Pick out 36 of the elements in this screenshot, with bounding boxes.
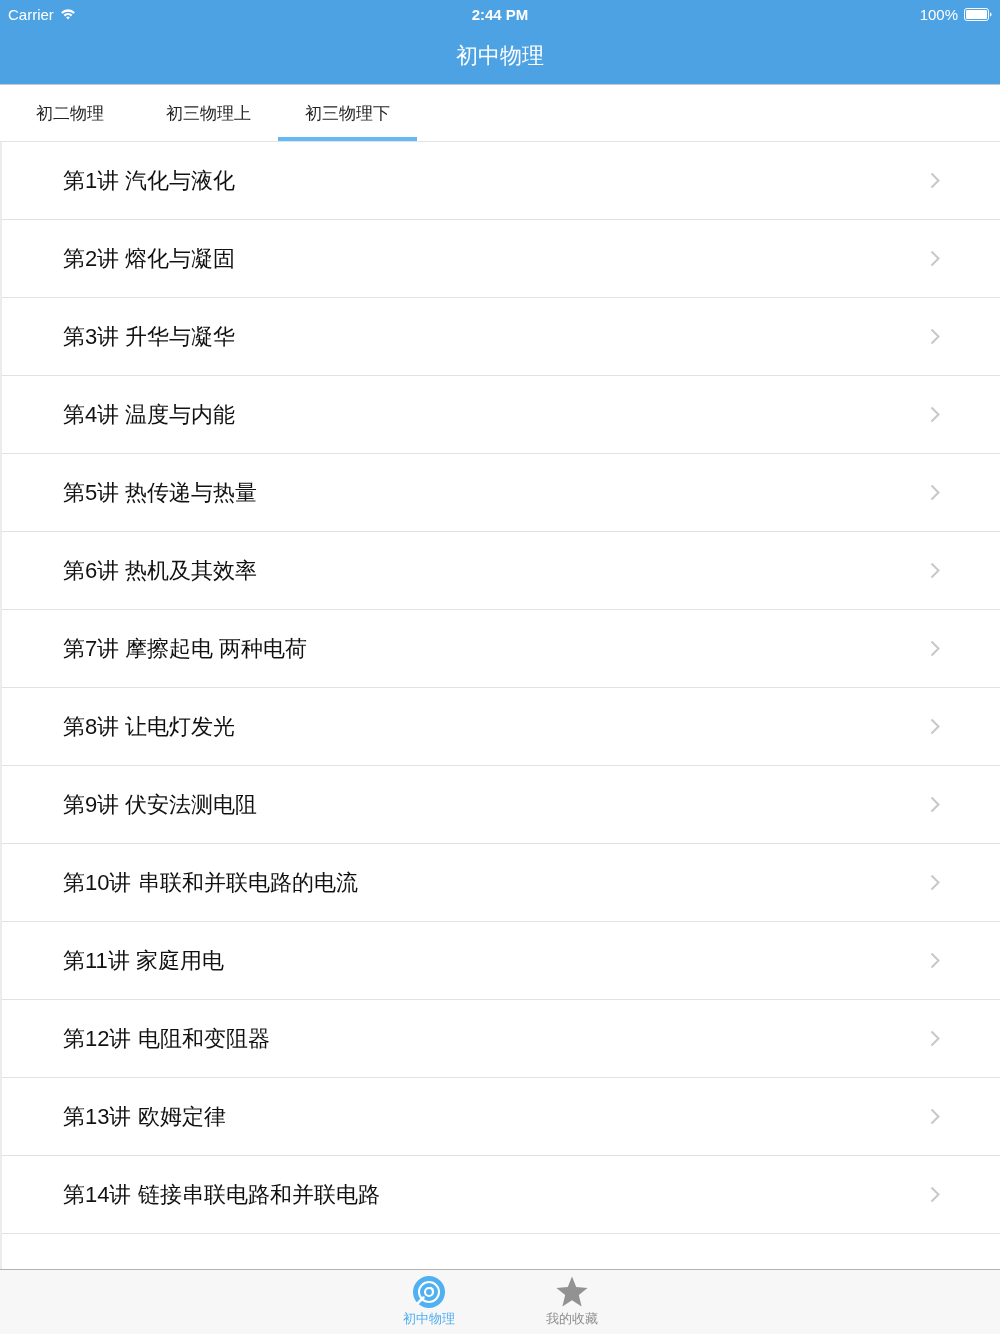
- lesson-title[interactable]: 第8讲 让电灯发光: [63, 711, 236, 742]
- lesson-title[interactable]: 第12讲 电阻和变阻器: [63, 1023, 270, 1054]
- lesson-title[interactable]: 第6讲 热机及其效率: [63, 555, 258, 586]
- status-time: 2:44 PM: [471, 5, 529, 23]
- chevron-icon: [930, 874, 940, 891]
- chevron-icon: [930, 484, 940, 501]
- chevron-icon: [930, 172, 940, 189]
- chevron-icon: [930, 1030, 940, 1047]
- nav-title: 初中物理: [456, 42, 544, 70]
- lesson-title[interactable]: 第11讲 家庭用电: [63, 945, 224, 976]
- chevron-icon: [930, 796, 940, 813]
- chevron-icon: [930, 640, 940, 657]
- lesson-title[interactable]: 第14讲 链接串联电路和并联电路: [63, 1179, 380, 1210]
- disc-icon: [412, 1276, 445, 1308]
- lesson-title[interactable]: 第7讲 摩擦起电 两种电荷: [63, 633, 308, 664]
- lesson-title[interactable]: 第3讲 升华与凝华: [63, 321, 236, 352]
- battery-icon: [964, 7, 992, 21]
- chevron-icon: [930, 406, 940, 423]
- lesson-title[interactable]: 第9讲 伏安法测电阻: [63, 789, 258, 820]
- chevron-icon: [930, 952, 940, 969]
- chevron-icon: [930, 718, 940, 735]
- chevron-icon: [930, 328, 940, 345]
- lesson-title[interactable]: 第5讲 热传递与热量: [63, 477, 258, 508]
- chevron-icon: [930, 1108, 940, 1125]
- chevron-icon: [930, 250, 940, 267]
- chevron-icon: [930, 1186, 940, 1203]
- battery-percent: 100%: [919, 5, 958, 23]
- wifi-icon: [59, 8, 76, 20]
- lesson-title[interactable]: 第13讲 欧姆定律: [63, 1101, 226, 1132]
- lesson-title[interactable]: 第1讲 汽化与液化: [63, 165, 236, 196]
- carrier-label: Carrier: [8, 5, 54, 23]
- chevron-icon: [930, 562, 940, 579]
- lesson-title[interactable]: 第4讲 温度与内能: [63, 399, 236, 430]
- lesson-title[interactable]: 第10讲 串联和并联电路的电流: [63, 867, 358, 898]
- lesson-title[interactable]: 第2讲 熔化与凝固: [63, 243, 236, 274]
- star-icon: [555, 1276, 588, 1308]
